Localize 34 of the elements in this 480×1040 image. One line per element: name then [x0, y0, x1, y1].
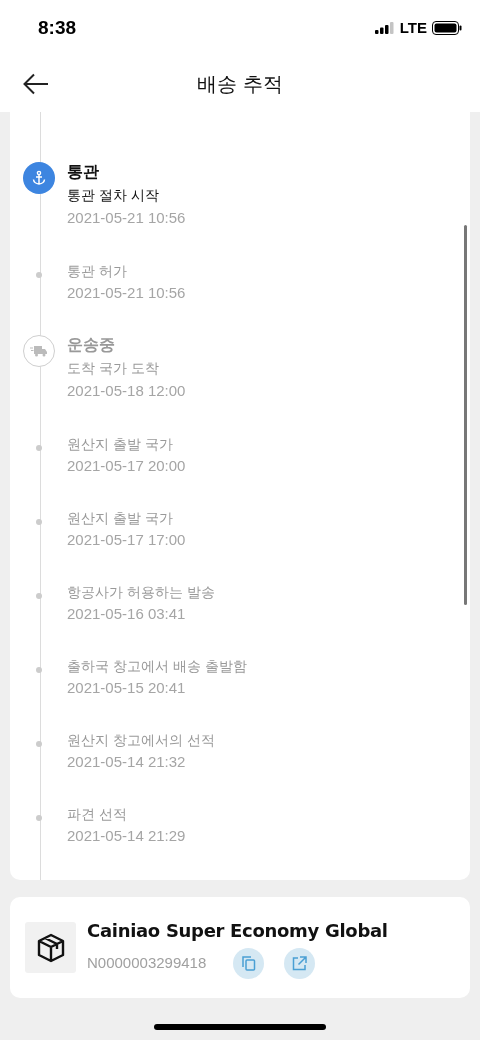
event-title: 운송중 [67, 335, 116, 355]
event-description: 통관 절차 시작 [67, 186, 160, 205]
event-date: 2021-05-18 12:00 [67, 381, 186, 401]
network-label: LTE [399, 17, 427, 38]
event-date: 2021-05-14 21:29 [67, 826, 186, 846]
event-date: 2021-05-14 21:32 [67, 752, 187, 772]
event-description: 도착 국가 도착 [67, 359, 160, 378]
carrier-name: Cainiao Super Economy Global [87, 918, 388, 943]
event-description: 원산지 출발 국가 [67, 435, 174, 454]
event-description: 항공사가 허용하는 발송 [67, 583, 215, 602]
copy-icon [241, 955, 256, 971]
event-date: 2021-05-21 10:56 [67, 283, 186, 303]
signal-icon [374, 22, 395, 34]
truck-icon [29, 345, 48, 357]
external-link-icon [292, 955, 307, 971]
event-date: 2021-05-17 17:00 [67, 530, 186, 550]
event-date: 2021-05-16 03:41 [67, 604, 187, 624]
page-title: 배송 추적 [197, 72, 283, 97]
event-date: 2021-05-21 10:56 [67, 208, 186, 228]
event-title: 통관 [67, 162, 100, 182]
back-arrow-icon [23, 73, 49, 95]
open-link-button[interactable] [284, 947, 315, 979]
anchor-icon [30, 170, 47, 186]
event-description: 원산지 창고에서의 선적 [67, 731, 215, 750]
event-description: 통관 허가 [67, 262, 128, 281]
event-date: 2021-05-15 20:41 [67, 678, 187, 698]
tracking-number: N0000003299418 [87, 952, 208, 973]
copy-button[interactable] [233, 947, 264, 979]
event-date: 2021-05-17 20:00 [67, 456, 186, 476]
status-time: 8:38 [38, 15, 77, 40]
event-description: 출하국 창고에서 배송 출발함 [67, 657, 247, 676]
event-description: 파견 선적 [67, 805, 128, 824]
event-description: 원산지 출발 국가 [67, 509, 174, 528]
battery-icon [432, 21, 462, 35]
